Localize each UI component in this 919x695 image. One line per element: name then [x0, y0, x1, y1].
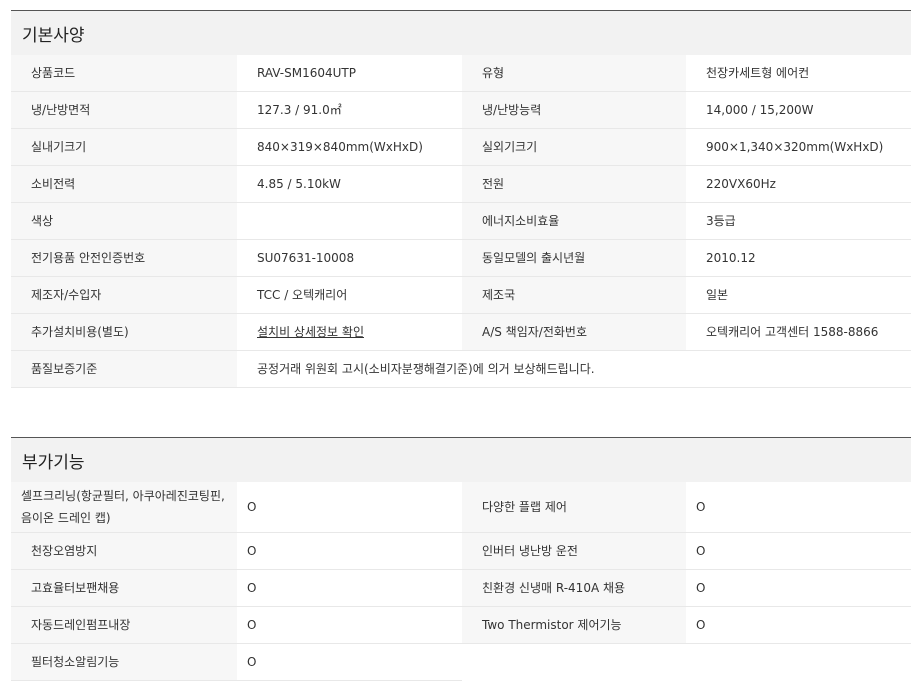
table-row: 소비전력 4.85 / 5.10kW 전원 220VX60Hz — [11, 165, 911, 203]
basic-spec-section: 기본사양 상품코드 RAV-SM1604UTP 유형 천장카세트형 에어컨 냉/… — [11, 10, 911, 388]
table-row: 자동드레인펌프내장 O Two Thermistor 제어기능 O — [11, 606, 911, 644]
feature-value: O — [237, 643, 462, 681]
spec-value: 오텍캐리어 고객센터 1588-8866 — [686, 313, 911, 351]
feature-label: 고효율터보팬채용 — [11, 569, 237, 607]
spec-value: 일본 — [686, 276, 911, 314]
feature-label: Two Thermistor 제어기능 — [462, 606, 686, 644]
table-row: 냉/난방면적 127.3 / 91.0㎡ 냉/난방능력 14,000 / 15,… — [11, 91, 911, 129]
spec-label: 제조국 — [462, 276, 686, 314]
spec-label: 실내기크기 — [11, 128, 237, 166]
feature-label: 인버터 냉난방 운전 — [462, 532, 686, 570]
basic-spec-table: 상품코드 RAV-SM1604UTP 유형 천장카세트형 에어컨 냉/난방면적 … — [11, 55, 911, 388]
spec-value — [237, 202, 462, 240]
spec-label: 유형 — [462, 55, 686, 92]
spec-label: 추가설치비용(별도) — [11, 313, 237, 351]
spec-label: 상품코드 — [11, 55, 237, 92]
feature-label: 친환경 신냉매 R-410A 채용 — [462, 569, 686, 607]
table-row: 실내기크기 840×319×840mm(WxHxD) 실외기크기 900×1,3… — [11, 128, 911, 166]
spec-label: 전기용품 안전인증번호 — [11, 239, 237, 277]
spec-value: RAV-SM1604UTP — [237, 55, 462, 92]
spec-value: 900×1,340×320mm(WxHxD) — [686, 128, 911, 166]
table-row: 색상 에너지소비효율 3등급 — [11, 202, 911, 240]
feature-value: O — [237, 482, 462, 533]
warranty-label: 품질보증기준 — [11, 350, 237, 388]
feature-value: O — [237, 569, 462, 607]
spec-label: 실외기크기 — [462, 128, 686, 166]
feature-value: O — [237, 532, 462, 570]
warranty-value: 공정거래 위원회 고시(소비자분쟁해결기준)에 의거 보상해드립니다. — [237, 350, 911, 388]
spec-value: 천장카세트형 에어컨 — [686, 55, 911, 92]
spec-label: 색상 — [11, 202, 237, 240]
spec-label: 냉/난방능력 — [462, 91, 686, 129]
feature-value: O — [686, 532, 911, 570]
feature-value: O — [686, 482, 911, 533]
spec-label: A/S 책임자/전화번호 — [462, 313, 686, 351]
spec-label: 전원 — [462, 165, 686, 203]
spec-value: 4.85 / 5.10kW — [237, 165, 462, 203]
spec-value: 14,000 / 15,200W — [686, 91, 911, 129]
install-cost-cell: 설치비 상세정보 확인 — [237, 313, 462, 351]
table-row: 추가설치비용(별도) 설치비 상세정보 확인 A/S 책임자/전화번호 오텍캐리… — [11, 313, 911, 351]
basic-spec-title: 기본사양 — [11, 10, 911, 55]
spec-value: 127.3 / 91.0㎡ — [237, 91, 462, 129]
table-row: 상품코드 RAV-SM1604UTP 유형 천장카세트형 에어컨 — [11, 55, 911, 92]
spec-value: 2010.12 — [686, 239, 911, 277]
feature-value: O — [686, 569, 911, 607]
spec-label: 냉/난방면적 — [11, 91, 237, 129]
feature-value: O — [237, 606, 462, 644]
spec-label: 동일모델의 출시년월 — [462, 239, 686, 277]
spec-value: 840×319×840mm(WxHxD) — [237, 128, 462, 166]
spec-value: 3등급 — [686, 202, 911, 240]
feature-label: 자동드레인펌프내장 — [11, 606, 237, 644]
extra-feature-table: 셀프크리닝(항균필터, 아쿠아레진코팅핀, 음이온 드레인 캡) O 다양한 플… — [11, 482, 911, 681]
extra-feature-section: 부가기능 셀프크리닝(항균필터, 아쿠아레진코팅핀, 음이온 드레인 캡) O … — [11, 437, 911, 681]
spec-label: 제조자/수입자 — [11, 276, 237, 314]
feature-label: 다양한 플랩 제어 — [462, 482, 686, 533]
empty-cell — [462, 643, 686, 680]
feature-label: 천장오염방지 — [11, 532, 237, 570]
spec-label: 에너지소비효율 — [462, 202, 686, 240]
empty-cell — [686, 643, 911, 680]
extra-feature-title: 부가기능 — [11, 437, 911, 482]
spec-value: 220VX60Hz — [686, 165, 911, 203]
install-cost-detail-link[interactable]: 설치비 상세정보 확인 — [257, 325, 364, 339]
table-row: 고효율터보팬채용 O 친환경 신냉매 R-410A 채용 O — [11, 569, 911, 607]
spec-label: 소비전력 — [11, 165, 237, 203]
spec-value: TCC / 오텍캐리어 — [237, 276, 462, 314]
table-row: 제조자/수입자 TCC / 오텍캐리어 제조국 일본 — [11, 276, 911, 314]
table-row: 전기용품 안전인증번호 SU07631-10008 동일모델의 출시년월 201… — [11, 239, 911, 277]
feature-label: 셀프크리닝(항균필터, 아쿠아레진코팅핀, 음이온 드레인 캡) — [11, 482, 237, 533]
table-row: 품질보증기준 공정거래 위원회 고시(소비자분쟁해결기준)에 의거 보상해드립니… — [11, 350, 911, 388]
table-row: 셀프크리닝(항균필터, 아쿠아레진코팅핀, 음이온 드레인 캡) O 다양한 플… — [11, 482, 911, 533]
table-row: 천장오염방지 O 인버터 냉난방 운전 O — [11, 532, 911, 570]
feature-value: O — [686, 606, 911, 644]
table-row: 필터청소알림기능 O — [11, 643, 911, 681]
feature-label: 필터청소알림기능 — [11, 643, 237, 681]
spec-value: SU07631-10008 — [237, 239, 462, 277]
